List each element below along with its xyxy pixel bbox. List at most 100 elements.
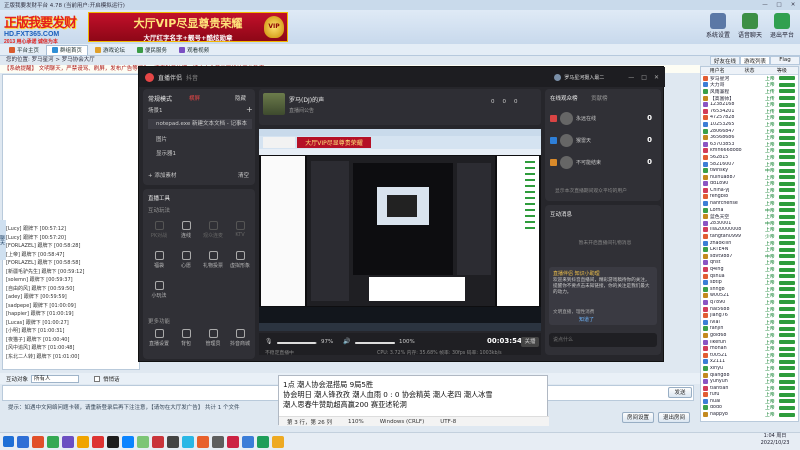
room-name[interactable]: 罗马(DJ)的声	[289, 95, 324, 104]
system-settings-button[interactable]: 系统设置	[704, 13, 732, 41]
voice-chat-button[interactable]: 语音聊天	[736, 13, 764, 41]
talk-target-select[interactable]: 所有人	[31, 374, 80, 383]
audience-title[interactable]: 在线观众榜	[550, 94, 578, 102]
user-row[interactable]: lvlai 上帝	[701, 319, 798, 326]
user-row[interactable]: tangtan0999 少帝	[701, 233, 798, 240]
user-row[interactable]: 562815 上帝	[701, 154, 798, 161]
taskbar-app-icon[interactable]	[62, 435, 74, 448]
user-row[interactable]: 12382168 上帝	[701, 101, 798, 108]
more-function-button[interactable]: 抖音商城	[228, 329, 252, 347]
tab-video[interactable]: 观看视频	[174, 45, 214, 55]
taskbar-app-icon[interactable]	[167, 435, 179, 448]
user-row[interactable]: zhaokilin 上帝	[701, 240, 798, 247]
tool-button[interactable]: 礼物投票	[201, 251, 225, 269]
close-button[interactable]: ✕	[786, 2, 800, 8]
user-row[interactable]: LRTE4N 上帝	[701, 246, 798, 253]
user-row[interactable]: gold68 上帝	[701, 332, 798, 339]
user-row[interactable]: dd1890 上帝	[701, 181, 798, 187]
user-row[interactable]: 蓝色天空 上帝	[701, 213, 798, 220]
taskbar-app-icon[interactable]	[212, 435, 224, 448]
taskbar-app-icon[interactable]	[47, 435, 59, 448]
user-row[interactable]: 28066847 上帝	[701, 128, 798, 135]
leave-room-button[interactable]: 退出房间	[658, 412, 690, 423]
taskbar-app-icon[interactable]	[257, 435, 269, 448]
user-row[interactable]: happy8 上帝	[701, 411, 798, 418]
tool-button[interactable]: 心愿	[174, 251, 198, 269]
user-row[interactable]: jiang76 上帝	[701, 312, 798, 319]
maximize-button[interactable]: □	[772, 2, 786, 8]
user-row[interactable]: hanfchense 上帝	[701, 200, 798, 207]
windows-start-icon[interactable]	[3, 436, 14, 447]
user-row[interactable]: tiantian 上帝	[701, 385, 798, 392]
tab-flag[interactable]: Flag	[770, 56, 800, 65]
user-row[interactable]: 36568686 上帝	[701, 134, 798, 141]
taskbar-app-icon[interactable]	[17, 435, 29, 448]
taskbar-app-icon[interactable]	[197, 435, 209, 448]
mic-volume-slider[interactable]	[277, 342, 317, 344]
clear-sources-button[interactable]: 清空	[238, 171, 249, 179]
user-row[interactable]: fengbl8 上帝	[701, 194, 798, 200]
send-button[interactable]: 发送	[668, 387, 692, 398]
chat-message-input[interactable]: 说点什么	[549, 333, 657, 347]
user-row[interactable]: 47257828 上帝	[701, 115, 798, 121]
source-item[interactable]: notepad.exe 新建文本文档 - 记事本	[148, 119, 252, 129]
taskbar-app-icon[interactable]	[242, 435, 254, 448]
hide-toggle[interactable]: 隐藏	[235, 94, 246, 102]
user-row[interactable]: fufu 上帝	[701, 392, 798, 398]
user-row[interactable]: dodo 上帝	[701, 405, 798, 411]
tool-button[interactable]: 福袋	[147, 251, 171, 269]
user-row[interactable]: sbtlp 上帝	[701, 279, 798, 286]
minimize-button[interactable]: —	[758, 2, 772, 8]
user-row[interactable]: t00521 上帝	[701, 352, 798, 359]
source-item[interactable]: 显示器1	[148, 149, 176, 157]
notice-ok-button[interactable]: 知道了	[579, 316, 594, 323]
taskbar-app-icon[interactable]	[152, 435, 164, 448]
tab-services[interactable]: 便民服务	[132, 45, 172, 55]
user-row[interactable]: q7890 上帝	[701, 299, 798, 306]
notepad-text[interactable]: 1点 潮人协会混搭局 9局5胜 协会明日 潮人锋孜孜 潮人血雨 0 : 0 协会…	[283, 380, 545, 410]
user-row[interactable]: 63703853 上帝	[701, 141, 798, 148]
tool-button[interactable]: 观众连麦	[201, 221, 225, 239]
tab-game-list[interactable]: 游戏列表	[740, 56, 770, 65]
user-row[interactable]: sdvt9887 中帝	[701, 253, 798, 260]
tool-button[interactable]: PK对战	[147, 221, 171, 239]
user-row[interactable]: likefun 上帝	[701, 339, 798, 346]
stream-close-button[interactable]: ✕	[654, 74, 659, 81]
user-row[interactable]: huihua887 上帝	[701, 174, 798, 181]
add-scene-icon[interactable]: +	[246, 105, 253, 114]
stream-preview-screen[interactable]: 大厅VIP尽显尊贵荣耀	[259, 129, 541, 331]
vip-ad-banner[interactable]: 大厅VIP尽显尊贵荣耀 大厅红字名字+靓号+酷炫勋章 VIP	[88, 12, 288, 42]
user-row[interactable]: 10253265 上帝	[701, 121, 798, 128]
user-row[interactable]: 76534201 上传	[701, 108, 798, 115]
tab-forum[interactable]: 游戏论坛	[90, 45, 130, 55]
user-row[interactable]: lila20000008 上帝	[701, 227, 798, 233]
user-row[interactable]: w00521 上帝	[701, 293, 798, 299]
user-row[interactable]: qhst 上帝	[701, 260, 798, 266]
taskbar-app-icon[interactable]	[227, 435, 239, 448]
user-row[interactable]: hai5688 上帝	[701, 306, 798, 313]
source-item[interactable]: 图片	[148, 135, 167, 143]
room-notice[interactable]: 直播间公告	[289, 107, 314, 114]
user-row[interactable]: shng8 上帝	[701, 286, 798, 293]
taskbar-clock[interactable]: 1:04 周日 2022/10/23	[752, 433, 798, 449]
taskbar-app-icon[interactable]	[32, 435, 44, 448]
user-row[interactable]: mohan 上帝	[701, 345, 798, 352]
mic-icon[interactable]: 🎙	[265, 338, 273, 345]
user-row[interactable]: China-yj 上帝	[701, 187, 798, 194]
user-row[interactable]: xinyu 上帝	[701, 365, 798, 372]
scene-tab[interactable]: 场景1	[148, 106, 163, 114]
user-row[interactable]: q4ing 上帝	[701, 266, 798, 273]
add-source-button[interactable]: + 添加素材	[148, 171, 176, 179]
chat-history[interactable]: [Lucy] 跟牌下 [00:57:12] [Lucy] 跟牌下 [00:57:2…	[2, 74, 140, 370]
tab-online-friends[interactable]: 好友在线	[710, 56, 740, 65]
whisper-checkbox[interactable]	[94, 375, 101, 382]
audience-row[interactable]: 猴雷天 0	[550, 133, 656, 149]
end-stream-button[interactable]: 关播	[521, 337, 539, 347]
speaker-icon[interactable]: 🔊	[343, 338, 350, 345]
contribution-tab[interactable]: 贡献榜	[591, 94, 608, 102]
more-function-button[interactable]: 管理员	[201, 329, 225, 347]
side-chat-tab[interactable]: 聊天	[0, 220, 6, 260]
user-row[interactable]: 2830001 中帝	[701, 220, 798, 227]
account-chip[interactable]: 罗马星河摄入最二	[554, 73, 624, 81]
more-function-button[interactable]: 直播设置	[147, 329, 171, 347]
